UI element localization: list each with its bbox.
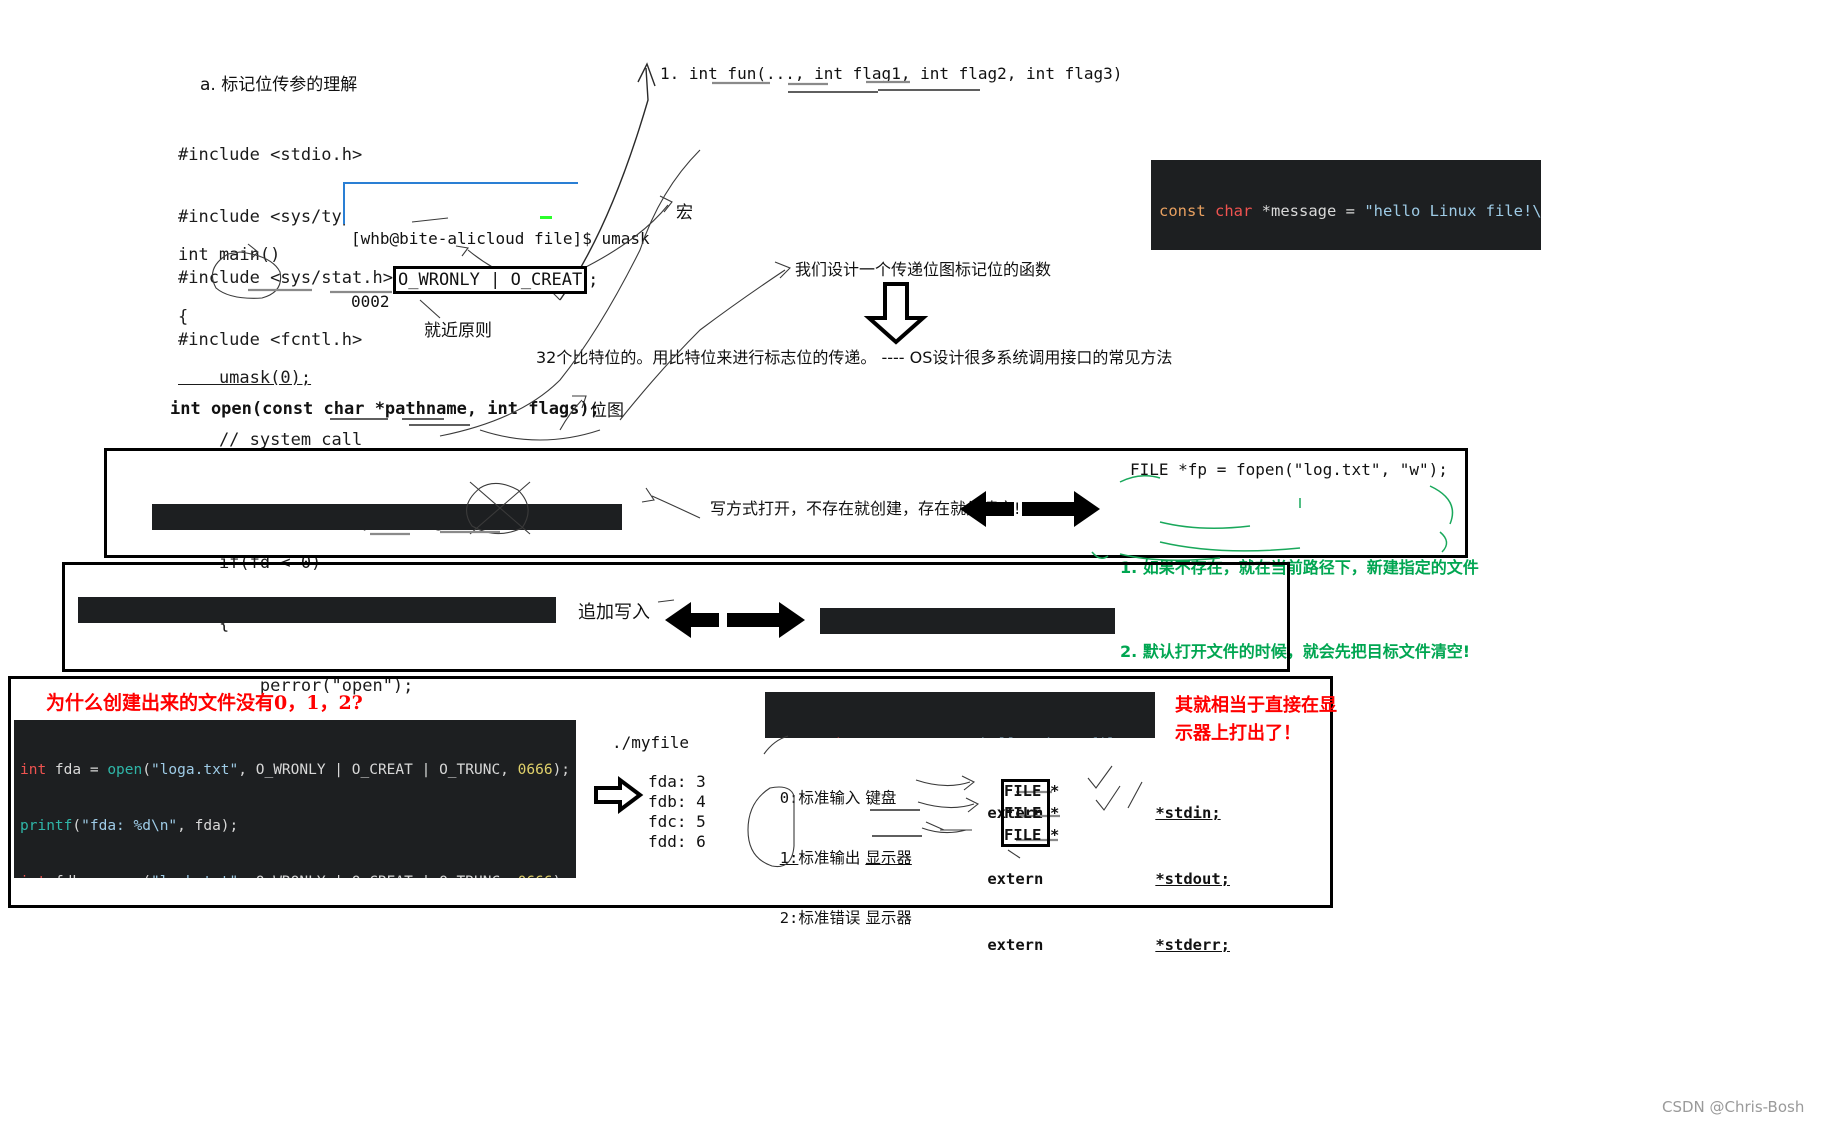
std-stream-num: 2: (779, 909, 799, 927)
hand-ink-write-block (763, 735, 789, 755)
fd-code-block: int fda = open("loga.txt", O_WRONLY | O_… (14, 720, 576, 878)
file-type-label: FILE (1004, 782, 1042, 800)
extern-keyword: extern (987, 936, 1044, 954)
run-command-label: ./myfile (612, 733, 690, 752)
output-line: fdd: 6 (648, 832, 706, 851)
extern-decl-row: extern FILE *stderr; (950, 912, 1230, 978)
hand-ink-bottom (747, 765, 1143, 868)
std-stream-name: 标准错误 (798, 909, 861, 927)
right-arrow-icon (594, 776, 644, 814)
file-type-column: FILE FILE FILE (1004, 780, 1041, 846)
output-line: fda: 3 (648, 772, 706, 791)
append-fopen-code-block: FILE *fp = fopen("log.txt", "a"); (820, 608, 1115, 634)
stderr-name: *stderr; (1155, 936, 1230, 954)
std-stream-device: 显示器 (865, 909, 912, 927)
file-type-label: FILE (1004, 804, 1042, 822)
program-output: fda: 3 fdb: 4 fdc: 5 fdd: 6 (648, 772, 706, 852)
output-line: fdb: 4 (648, 792, 706, 811)
open-flags-box: O_WRONLY | O_CREAT (393, 266, 588, 294)
file-star-column: * * * (1050, 782, 1060, 844)
append-code-block: int fd = open("log.txt", O_WRONLY | O_CR… (78, 597, 556, 623)
code-line: int fdb = open("logb.txt", O_WRONLY | O_… (20, 873, 570, 878)
watermark: CSDN @Chris-Bosh (1662, 1098, 1805, 1116)
code-line: printf("fda: %d\n", fda); (20, 817, 239, 834)
output-line: fdc: 5 (648, 812, 706, 831)
code-line: int fda = open("loga.txt", O_WRONLY | O_… (20, 761, 571, 778)
trunc-code-block: int fd = open("log.txt", O_WRONLY | O_CR… (152, 504, 622, 530)
append-ink (657, 599, 675, 603)
why-no-012-heading: 为什么创建出来的文件没有0，1，2? (46, 692, 363, 714)
file-type-label: FILE (1004, 826, 1042, 844)
trunc-ink (370, 475, 1454, 561)
